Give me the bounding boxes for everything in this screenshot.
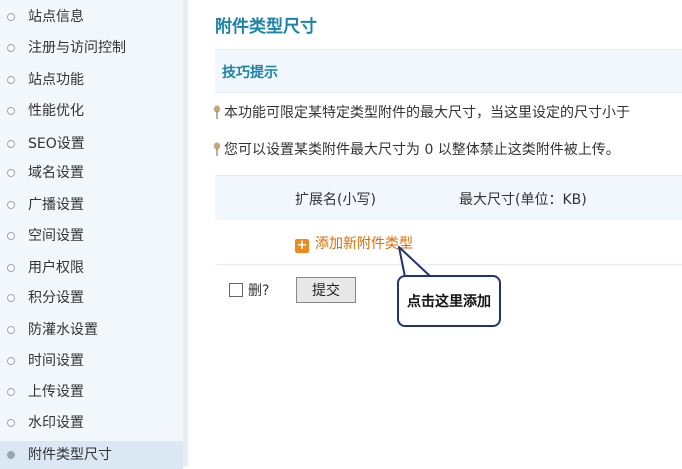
sidebar-item-label: 时间设置 (28, 353, 84, 369)
tip-text: 本功能可限定某特定类型附件的最大尺寸，当这里设定的尺寸小于 (224, 105, 630, 121)
sidebar-item-label: 空间设置 (28, 228, 84, 244)
sidebar-item-label: 性能优化 (28, 103, 84, 119)
bullet-icon (7, 264, 15, 272)
bullet-icon (7, 140, 15, 148)
bullet-icon (7, 169, 15, 177)
sidebar-item-watermark[interactable]: 水印设置 (0, 409, 183, 437)
bullet-icon (7, 13, 15, 21)
callout-text: 点击这里添加 (407, 294, 491, 310)
sidebar-item-label: SEO设置 (28, 136, 85, 152)
table-header: 扩展名(小写) 最大尺寸(单位：KB) (215, 175, 682, 220)
sidebar: 站点信息 注册与访问控制 站点功能 性能优化 SEO设置 域名设置 广播设置 空… (0, 0, 188, 469)
bullet-icon (7, 451, 15, 459)
sidebar-item-label: 站点信息 (28, 9, 84, 25)
callout-pointer (398, 246, 435, 279)
sidebar-item-attachment-types[interactable]: 附件类型尺寸 (0, 441, 183, 469)
submit-button[interactable]: 提交 (296, 277, 356, 303)
plus-icon: + (295, 238, 309, 253)
sidebar-item-user-permissions[interactable]: 用户权限 (0, 254, 183, 282)
sidebar-item-site-info[interactable]: 站点信息 (0, 3, 183, 31)
sidebar-item-label: 域名设置 (28, 165, 84, 181)
sidebar-item-label: 站点功能 (28, 72, 84, 88)
delete-label: 删? (248, 283, 270, 299)
bullet-icon (7, 357, 15, 365)
bullet-icon (7, 201, 15, 209)
page-title: 附件类型尺寸 (215, 17, 317, 37)
bullet-icon (7, 326, 15, 334)
sidebar-item-seo[interactable]: SEO设置 (0, 130, 183, 158)
sidebar-item-registration[interactable]: 注册与访问控制 (0, 34, 183, 62)
tip-item: 您可以设置某类附件最大尺寸为 0 以整体禁止这类附件被上传。 (213, 139, 620, 159)
column-header-extension: 扩展名(小写) (295, 192, 376, 208)
bullet-icon (7, 232, 15, 240)
sidebar-item-time[interactable]: 时间设置 (0, 347, 183, 375)
sidebar-item-label: 水印设置 (28, 415, 84, 431)
sidebar-item-upload[interactable]: 上传设置 (0, 378, 183, 406)
bullet-icon (7, 107, 15, 115)
sidebar-item-credits[interactable]: 积分设置 (0, 284, 183, 312)
sidebar-item-label: 防灌水设置 (28, 322, 98, 338)
sidebar-item-broadcast[interactable]: 广播设置 (0, 191, 183, 219)
bullet-icon (7, 388, 15, 396)
tips-header: 技巧提示 (215, 49, 682, 93)
delete-checkbox[interactable] (229, 283, 243, 297)
sidebar-item-label: 积分设置 (28, 290, 84, 306)
tips-title: 技巧提示 (222, 65, 278, 81)
pushpin-icon (213, 105, 221, 119)
sidebar-item-anti-spam[interactable]: 防灌水设置 (0, 316, 183, 344)
sidebar-item-label: 广播设置 (28, 197, 84, 213)
main-content: 附件类型尺寸 技巧提示 本功能可限定某特定类型附件的最大尺寸，当这里设定的尺寸小… (188, 0, 682, 467)
sidebar-item-label: 注册与访问控制 (28, 40, 126, 56)
callout-tooltip: 点击这里添加 (397, 275, 501, 327)
sidebar-item-label: 用户权限 (28, 260, 84, 276)
bullet-icon (7, 294, 15, 302)
column-header-max-size: 最大尺寸(单位：KB) (459, 192, 587, 208)
tip-text: 您可以设置某类附件最大尺寸为 0 以整体禁止这类附件被上传。 (224, 142, 620, 158)
pushpin-icon (213, 142, 221, 156)
bullet-icon (7, 419, 15, 427)
sidebar-item-site-features[interactable]: 站点功能 (0, 66, 183, 94)
sidebar-item-label: 上传设置 (28, 384, 84, 400)
tip-item: 本功能可限定某特定类型附件的最大尺寸，当这里设定的尺寸小于 (213, 102, 630, 122)
bullet-icon (7, 76, 15, 84)
sidebar-item-space[interactable]: 空间设置 (0, 222, 183, 250)
sidebar-item-label: 附件类型尺寸 (28, 447, 112, 463)
sidebar-item-domain[interactable]: 域名设置 (0, 159, 183, 187)
sidebar-item-performance[interactable]: 性能优化 (0, 97, 183, 125)
bullet-icon (7, 44, 15, 52)
